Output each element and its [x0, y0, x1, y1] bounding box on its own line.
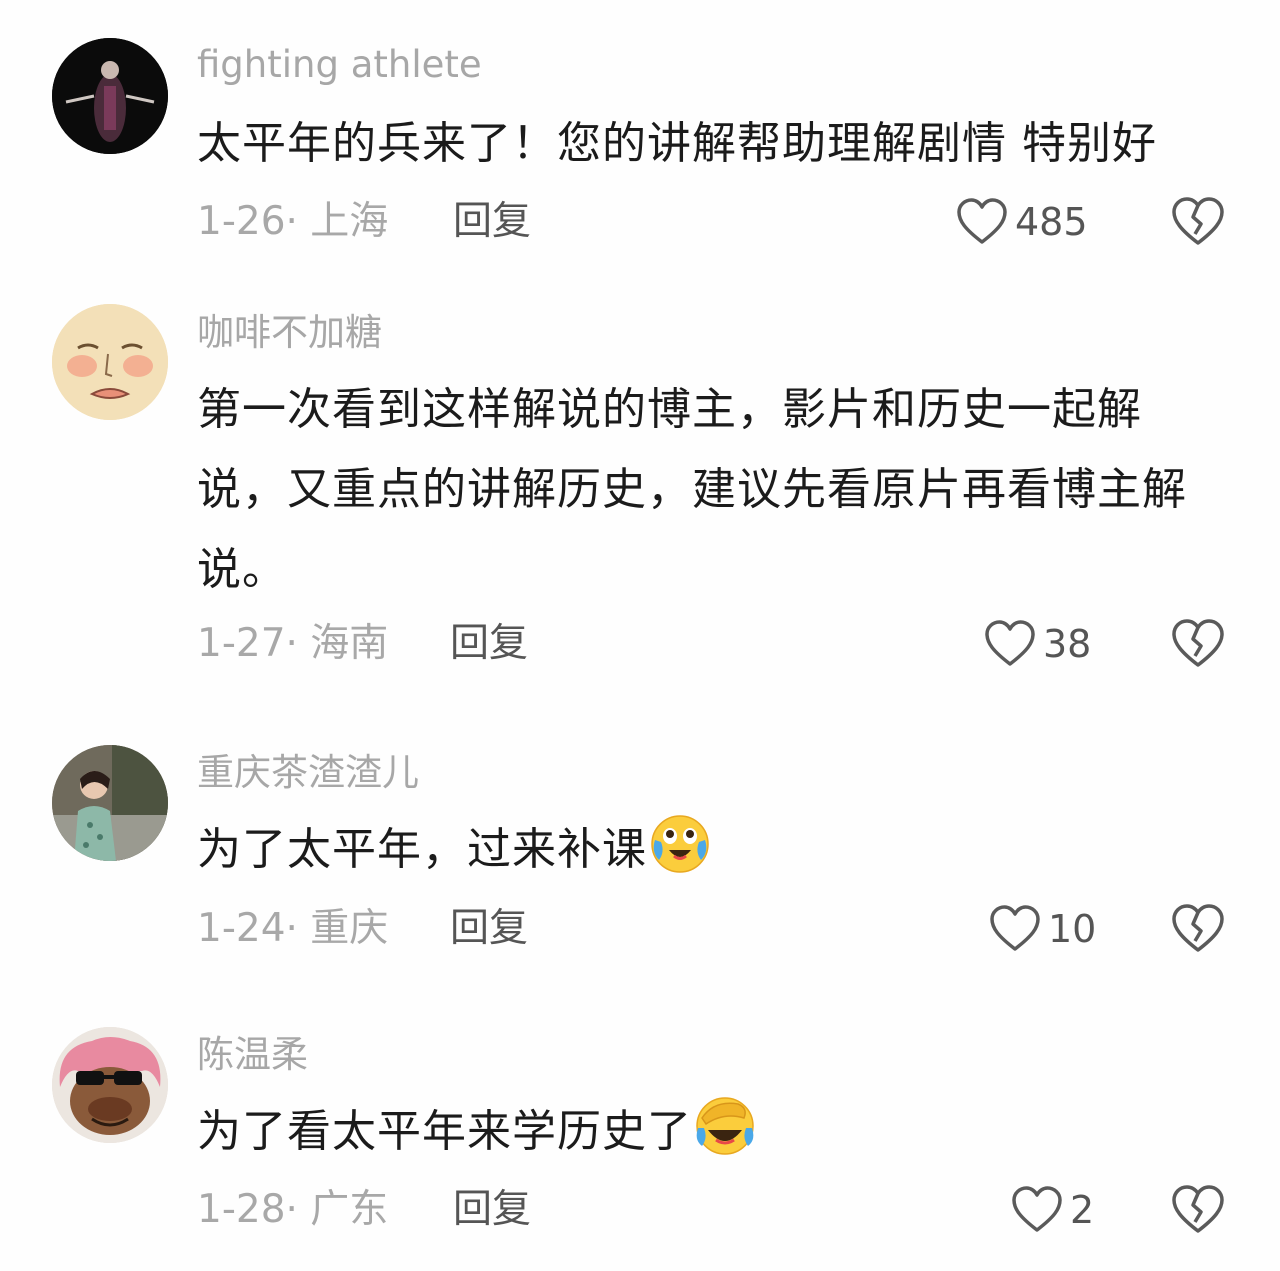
comment-meta: 1-24· 重庆	[197, 906, 389, 951]
broken-heart-icon	[1172, 619, 1224, 667]
like-count: 2	[1070, 1188, 1095, 1232]
dislike-button[interactable]	[1170, 196, 1226, 248]
comment-username[interactable]: 重庆茶渣渣儿	[197, 750, 419, 796]
heart-icon	[985, 620, 1035, 666]
comment-item: 陈温柔 为了看太平年来学历史了 1-28· 广东 回复 2	[0, 1000, 1280, 1271]
broken-heart-icon	[1172, 904, 1224, 952]
comment-item: 重庆茶渣渣儿 为了太平年，过来补课 1-24· 重庆 回复 10	[0, 700, 1280, 1000]
like-count: 38	[1043, 622, 1092, 666]
comment-text: 第一次看到这样解说的博主，影片和历史一起解说，又重点的讲解历史，建议先看原片再看…	[197, 384, 1187, 595]
comment-text: 为了太平年，过来补课	[197, 810, 1227, 890]
broken-heart-icon	[1172, 197, 1224, 245]
reply-button[interactable]: 回复	[450, 905, 528, 953]
person-in-dark-avatar[interactable]	[52, 38, 168, 154]
like-button[interactable]: 485	[955, 196, 1088, 248]
dislike-button[interactable]	[1170, 903, 1226, 955]
comment-item: 咖啡不加糖 第一次看到这样解说的博主，影片和历史一起解说，又重点的讲解历史，建议…	[0, 280, 1280, 700]
facepalm-laughing-emoji	[696, 1097, 754, 1155]
comment-text-content: 为了看太平年来学历史了	[197, 1106, 692, 1157]
comment-meta: 1-28· 广东	[197, 1187, 389, 1232]
comment-meta: 1-26· 上海	[197, 199, 389, 244]
comment-meta: 1-27· 海南	[197, 621, 389, 666]
crying-laughing-emoji	[651, 815, 709, 873]
pink-hair-sunglasses-avatar[interactable]	[52, 1027, 168, 1143]
heart-icon	[1012, 1186, 1062, 1232]
comment-username[interactable]: 陈温柔	[197, 1032, 308, 1078]
comment-username[interactable]: fighting athlete	[197, 42, 482, 88]
reply-button[interactable]: 回复	[453, 198, 531, 246]
reply-button[interactable]: 回复	[450, 620, 528, 668]
comment-text: 太平年的兵来了！您的讲解帮助理解剧情 特别好	[197, 118, 1157, 169]
dislike-button[interactable]	[1170, 618, 1226, 670]
cartoon-face-avatar[interactable]	[52, 304, 168, 420]
broken-heart-icon	[1172, 1185, 1224, 1233]
like-button[interactable]: 10	[988, 903, 1096, 955]
dislike-button[interactable]	[1170, 1184, 1226, 1236]
heart-icon	[957, 198, 1007, 244]
comment-username[interactable]: 咖啡不加糖	[197, 310, 382, 356]
like-count: 485	[1015, 200, 1088, 244]
like-count: 10	[1048, 907, 1097, 951]
like-button[interactable]: 2	[1010, 1184, 1094, 1236]
heart-icon	[990, 905, 1040, 951]
comment-text: 为了看太平年来学历史了	[197, 1092, 1227, 1172]
reply-button[interactable]: 回复	[453, 1186, 531, 1234]
like-button[interactable]: 38	[983, 618, 1091, 670]
woman-photo-avatar[interactable]	[52, 745, 168, 861]
comment-item: fighting athlete 太平年的兵来了！您的讲解帮助理解剧情 特别好 …	[0, 0, 1280, 280]
comment-text-content: 为了太平年，过来补课	[197, 824, 647, 875]
